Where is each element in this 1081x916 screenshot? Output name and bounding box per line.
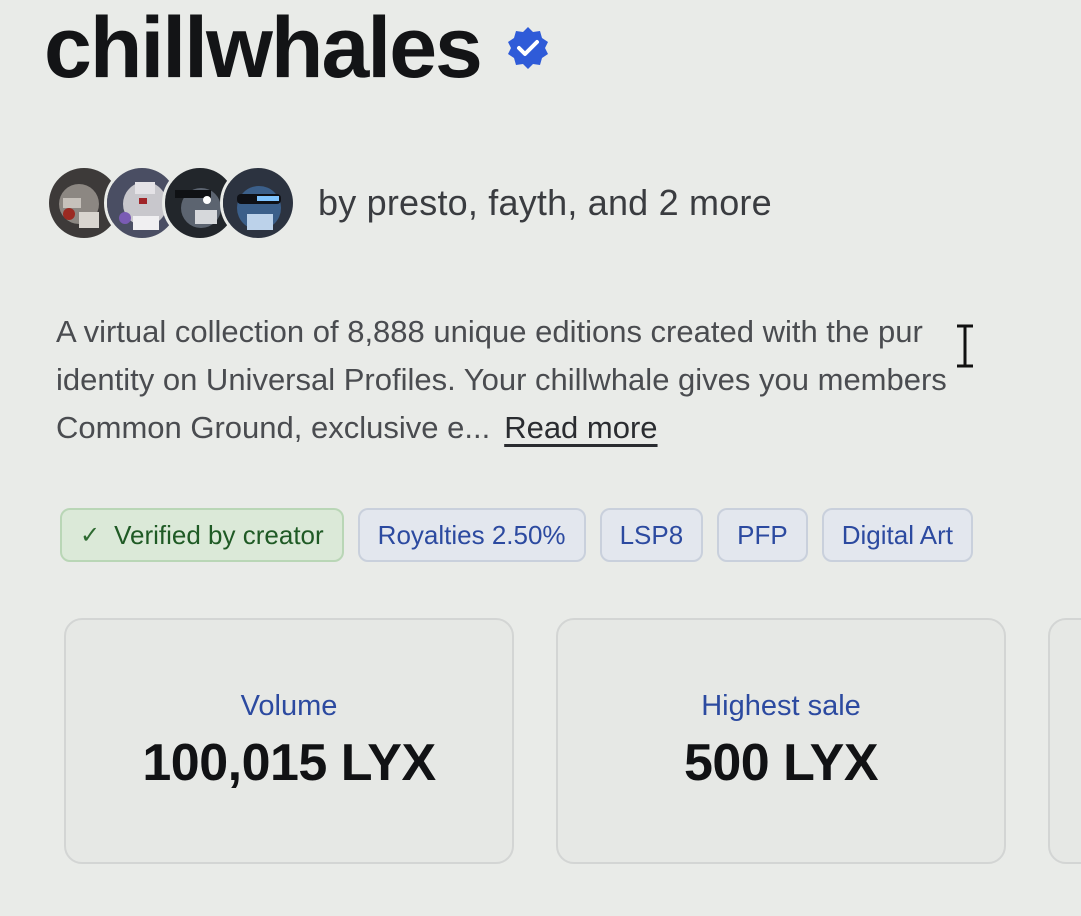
collection-page: chillwhales by presto, fayth, and 2 more… (0, 0, 1081, 916)
creators-row[interactable]: by presto, fayth, and 2 more (46, 160, 772, 246)
verified-check-icon (505, 25, 551, 71)
creators-byline[interactable]: by presto, fayth, and 2 more (318, 185, 772, 221)
highest-sale-card: Highest sale 500 LYX (556, 618, 1006, 864)
highest-sale-value: 500 LYX (683, 733, 879, 792)
description-line: identity on Universal Profiles. Your chi… (56, 362, 947, 397)
description-text: Common Ground, exclusive e... (56, 410, 491, 445)
pfp-tag[interactable]: PFP (717, 508, 808, 562)
highest-sale-label: Highest sale (701, 689, 861, 722)
collection-tags: ✓ Verified by creator Royalties 2.50% LS… (60, 508, 974, 562)
description-line: Common Ground, exclusive e... Read more (56, 404, 1081, 452)
category-tag[interactable]: Digital Art (821, 508, 974, 562)
text-cursor-icon (957, 324, 973, 368)
standard-tag[interactable]: LSP8 (599, 508, 704, 562)
volume-value: 100,015 LYX (142, 733, 436, 792)
read-more-link[interactable]: Read more (504, 410, 657, 445)
creator-avatars[interactable] (46, 165, 296, 241)
avatar[interactable] (220, 165, 296, 241)
tag-label: Verified by creator (114, 519, 324, 550)
stats-row: Volume 100,015 LYX Highest sale 500 LYX (64, 618, 1081, 864)
description-line: A virtual collection of 8,888 unique edi… (56, 314, 923, 349)
volume-card: Volume 100,015 LYX (64, 618, 514, 864)
collection-header: chillwhales (44, 0, 551, 96)
stat-card-partial (1048, 618, 1081, 864)
checkmark-icon: ✓ (80, 521, 101, 549)
collection-title: chillwhales (44, 0, 483, 96)
verified-by-creator-tag[interactable]: ✓ Verified by creator (60, 508, 344, 562)
volume-label: Volume (240, 689, 338, 722)
collection-description: A virtual collection of 8,888 unique edi… (56, 308, 1081, 452)
royalties-tag[interactable]: Royalties 2.50% (357, 508, 586, 562)
